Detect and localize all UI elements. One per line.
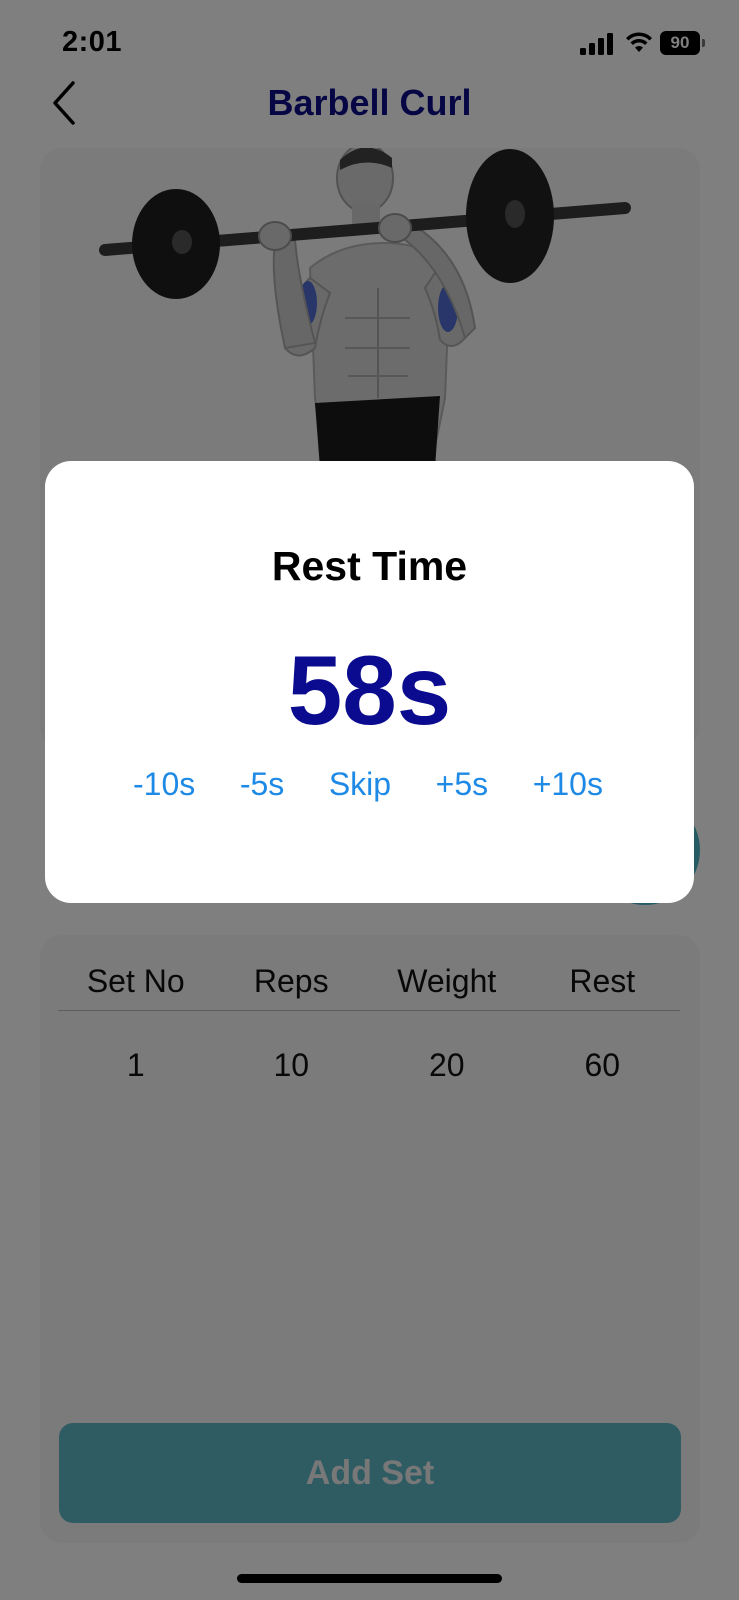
plus-5s-button[interactable]: +5s [436, 766, 488, 810]
rest-time-modal: Rest Time 58s -10s -5s Skip +5s +10s [45, 461, 694, 903]
rest-countdown: 58s [287, 635, 452, 745]
plus-10s-button[interactable]: +10s [533, 766, 603, 810]
minus-5s-button[interactable]: -5s [240, 766, 284, 810]
minus-10s-button[interactable]: -10s [133, 766, 195, 810]
rest-adjust-controls: -10s -5s Skip +5s +10s [133, 766, 603, 810]
home-indicator [237, 1574, 502, 1583]
modal-title: Rest Time [271, 543, 468, 589]
skip-button[interactable]: Skip [329, 766, 391, 810]
